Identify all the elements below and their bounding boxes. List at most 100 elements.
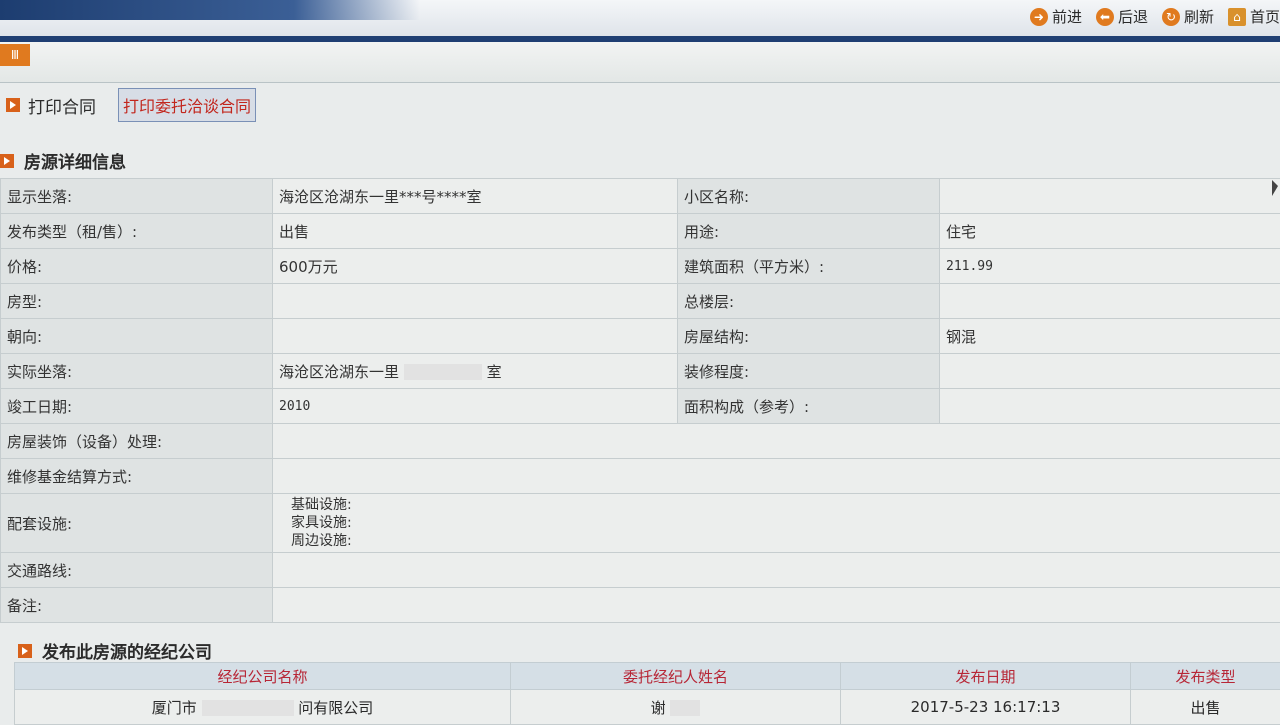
bullet-arrow-icon <box>6 98 20 112</box>
table-row: 厦门市 问有限公司 谢 2017-5-23 16:17:13 出售 <box>15 690 1280 725</box>
table-row: 显示坐落: 海沧区沧湖东一里***号****室 小区名称: <box>1 179 1280 214</box>
company-name-prefix: 厦门市 <box>152 699 197 717</box>
table-row: 房屋装饰（设备）处理: <box>1 424 1280 459</box>
forward-arrow-icon: ➜ <box>1030 8 1048 26</box>
section-bullet-icon <box>18 644 32 658</box>
facility-surrounding: 周边设施: <box>279 532 1274 550</box>
detail-label: 装修程度: <box>678 354 940 389</box>
detail-label: 小区名称: <box>678 179 940 214</box>
detail-label: 显示坐落: <box>1 179 273 214</box>
table-row: 朝向: 房屋结构: 钢混 <box>1 319 1280 354</box>
company-section-heading: 发布此房源的经纪公司 <box>18 638 212 663</box>
publish-date-cell: 2017-5-23 16:17:13 <box>841 690 1131 725</box>
detail-value <box>940 354 1280 389</box>
top-bar: ➜ 前进 ⬅ 后退 ↻ 刷新 ⌂ 首页 <box>0 0 1280 42</box>
detail-value <box>940 179 1280 214</box>
column-header: 委托经纪人姓名 <box>511 663 841 690</box>
detail-label: 发布类型（租/售）: <box>1 214 273 249</box>
detail-label: 维修基金结算方式: <box>1 459 273 494</box>
back-arrow-icon: ⬅ <box>1096 8 1114 26</box>
detail-value <box>273 459 1280 494</box>
sub-bar: Ⅲ <box>0 42 1280 83</box>
detail-value: 出售 <box>273 214 678 249</box>
home-button[interactable]: ⌂ 首页 <box>1228 6 1280 27</box>
publish-type-cell: 出售 <box>1131 690 1280 725</box>
detail-label: 房型: <box>1 284 273 319</box>
detail-label: 房屋结构: <box>678 319 940 354</box>
facilities-value: 基础设施: 家具设施: 周边设施: <box>273 494 1280 553</box>
forward-button[interactable]: ➜ 前进 <box>1030 6 1082 27</box>
facility-basic: 基础设施: <box>279 496 1274 514</box>
column-header: 发布类型 <box>1131 663 1280 690</box>
back-button[interactable]: ⬅ 后退 <box>1096 6 1148 27</box>
detail-value <box>273 319 678 354</box>
address-prefix: 海沧区沧湖东一里 <box>279 363 399 381</box>
detail-value-address: 海沧区沧湖东一里 室 <box>273 354 678 389</box>
refresh-icon: ↻ <box>1162 8 1180 26</box>
detail-value <box>273 424 1280 459</box>
redacted-block <box>670 700 700 716</box>
company-name-suffix: 问有限公司 <box>298 699 373 717</box>
refresh-label: 刷新 <box>1184 6 1214 27</box>
detail-label: 总楼层: <box>678 284 940 319</box>
home-icon: ⌂ <box>1228 8 1246 26</box>
redacted-block <box>202 700 294 716</box>
back-label: 后退 <box>1118 6 1148 27</box>
detail-value <box>273 588 1280 623</box>
redacted-block <box>404 364 482 380</box>
detail-label: 用途: <box>678 214 940 249</box>
forward-label: 前进 <box>1052 6 1082 27</box>
column-header: 发布日期 <box>841 663 1131 690</box>
company-heading-text: 发布此房源的经纪公司 <box>42 638 212 663</box>
detail-heading-text: 房源详细信息 <box>24 148 126 173</box>
column-header: 经纪公司名称 <box>15 663 511 690</box>
company-table: 经纪公司名称 委托经纪人姓名 发布日期 发布类型 厦门市 问有限公司 谢 201… <box>14 662 1280 725</box>
address-suffix: 室 <box>487 363 502 381</box>
mouse-cursor-icon <box>1272 180 1278 196</box>
print-contract-link[interactable]: 打印合同 <box>28 93 96 118</box>
section-bullet-icon <box>0 154 14 168</box>
detail-value: 211.99 <box>940 249 1280 284</box>
detail-table: 显示坐落: 海沧区沧湖东一里***号****室 小区名称: 发布类型（租/售）:… <box>0 178 1280 623</box>
detail-value: 2010 <box>273 389 678 424</box>
agent-name-cell: 谢 <box>511 690 841 725</box>
table-row: 竣工日期: 2010 面积构成（参考）: <box>1 389 1280 424</box>
table-row: 配套设施: 基础设施: 家具设施: 周边设施: <box>1 494 1280 553</box>
detail-label: 朝向: <box>1 319 273 354</box>
detail-label: 面积构成（参考）: <box>678 389 940 424</box>
detail-value: 钢混 <box>940 319 1280 354</box>
detail-label: 配套设施: <box>1 494 273 553</box>
table-row: 实际坐落: 海沧区沧湖东一里 室 装修程度: <box>1 354 1280 389</box>
menu-tab-icon[interactable]: Ⅲ <box>0 44 30 66</box>
table-row: 发布类型（租/售）: 出售 用途: 住宅 <box>1 214 1280 249</box>
facility-furniture: 家具设施: <box>279 514 1274 532</box>
table-row: 交通路线: <box>1 553 1280 588</box>
detail-label: 竣工日期: <box>1 389 273 424</box>
detail-value: 600万元 <box>273 249 678 284</box>
top-bar-shade <box>0 0 420 20</box>
table-header-row: 经纪公司名称 委托经纪人姓名 发布日期 发布类型 <box>15 663 1280 690</box>
detail-label: 备注: <box>1 588 273 623</box>
table-row: 房型: 总楼层: <box>1 284 1280 319</box>
table-row: 备注: <box>1 588 1280 623</box>
detail-label: 交通路线: <box>1 553 273 588</box>
company-name-cell: 厦门市 问有限公司 <box>15 690 511 725</box>
table-row: 价格: 600万元 建筑面积（平方米）: 211.99 <box>1 249 1280 284</box>
detail-value: 海沧区沧湖东一里***号****室 <box>273 179 678 214</box>
detail-section-heading: 房源详细信息 <box>0 148 126 173</box>
detail-value <box>940 284 1280 319</box>
print-entrust-contract-button[interactable]: 打印委托洽谈合同 <box>118 88 256 122</box>
detail-value: 住宅 <box>940 214 1280 249</box>
agent-name: 谢 <box>651 699 666 717</box>
refresh-button[interactable]: ↻ 刷新 <box>1162 6 1214 27</box>
nav-toolbar: ➜ 前进 ⬅ 后退 ↻ 刷新 ⌂ 首页 <box>1030 6 1280 27</box>
detail-label: 价格: <box>1 249 273 284</box>
detail-value <box>940 389 1280 424</box>
detail-value <box>273 284 678 319</box>
table-row: 维修基金结算方式: <box>1 459 1280 494</box>
detail-value <box>273 553 1280 588</box>
detail-label: 建筑面积（平方米）: <box>678 249 940 284</box>
home-label: 首页 <box>1250 6 1280 27</box>
action-row: 打印合同 打印委托洽谈合同 <box>6 88 256 122</box>
detail-label: 房屋装饰（设备）处理: <box>1 424 273 459</box>
